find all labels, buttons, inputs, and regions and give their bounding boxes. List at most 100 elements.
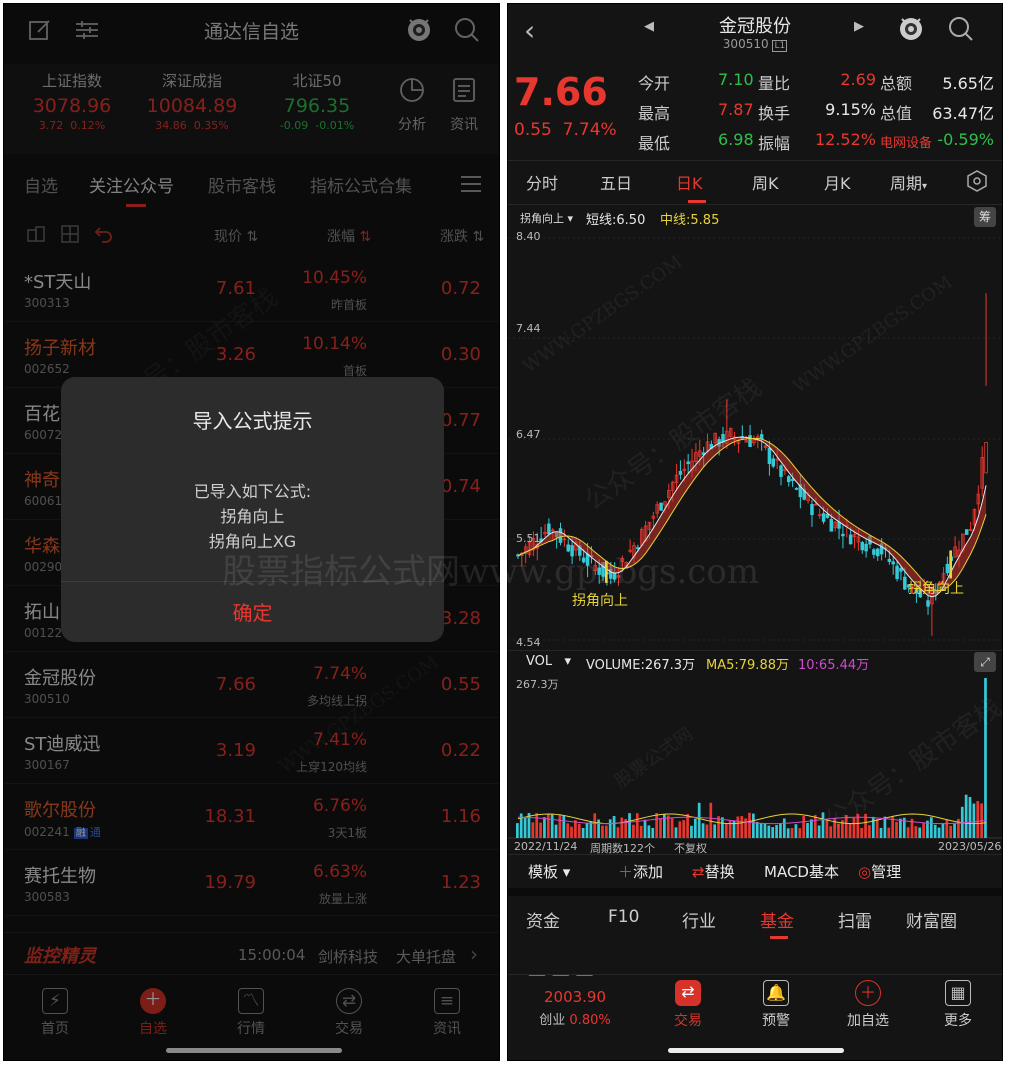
signal-bar [949, 550, 953, 579]
quote-key: 换手 [758, 104, 791, 123]
ma10-value: 10:65.44万 [798, 658, 870, 673]
volume-bar [868, 825, 871, 838]
quote-key: 振幅 [758, 134, 791, 153]
vol-selector[interactable]: VOL ▾ [526, 654, 571, 669]
dropdown-caret-icon: ▾ [922, 181, 928, 192]
candle [523, 543, 528, 564]
short-line-label: 短线:6.50 [586, 213, 646, 228]
volume-bar [604, 825, 608, 838]
volume-bar [593, 813, 597, 838]
candle [980, 446, 984, 497]
quote-value: 9.15% [825, 100, 876, 119]
volume-bar [759, 823, 763, 838]
robot-icon[interactable] [896, 13, 926, 43]
nav-watchlist-plus[interactable]: ＋加自选 [838, 980, 898, 1030]
volume-bar [608, 819, 612, 838]
volume-bar [949, 825, 953, 838]
candle [872, 547, 876, 559]
volume-bar [813, 814, 817, 838]
period-tab[interactable]: 月K [824, 170, 851, 194]
volume-bar [968, 797, 972, 838]
volume-bar [705, 824, 709, 838]
candle [674, 463, 679, 492]
chip-button[interactable]: 筹 [974, 207, 996, 227]
info-tab[interactable]: 基金 [760, 907, 794, 932]
macd-button[interactable]: MACD基本 [764, 861, 839, 882]
nav-bell[interactable]: 🔔 预警 [746, 980, 806, 1030]
period-tab[interactable]: 日K [676, 170, 703, 194]
candle [852, 530, 857, 549]
candle [817, 508, 822, 519]
volume-bar [693, 818, 697, 838]
candle [891, 556, 895, 575]
volume-bar [635, 813, 639, 838]
volume-bar [721, 817, 724, 838]
volume-bar [817, 825, 821, 838]
indicator-selector[interactable]: 拐角向上 ▾ [520, 210, 573, 226]
volume-bar [767, 825, 771, 838]
info-tab[interactable]: 行业 [682, 907, 716, 932]
volume-bar [825, 819, 829, 838]
info-tab[interactable]: 资金 [526, 907, 560, 932]
period-tab[interactable]: 周K [752, 170, 779, 194]
confirm-button[interactable]: 确定 [61, 597, 444, 626]
volume-bar [554, 824, 558, 838]
period-tab[interactable]: 分时 [526, 170, 558, 194]
next-stock-icon[interactable]: ▶ [854, 19, 864, 34]
volume-bar [844, 814, 848, 838]
nav-trade[interactable]: ⇄ 交易 [658, 980, 718, 1030]
period-indicator [688, 200, 706, 203]
volume-bar [852, 817, 856, 838]
expand-icon[interactable]: ⤢ [974, 652, 996, 672]
candle [810, 500, 814, 527]
volume-bar [643, 819, 647, 838]
volume-chart[interactable] [508, 674, 1003, 840]
quote-key: 最高 [638, 104, 671, 123]
volume-bar [585, 823, 589, 838]
candle [976, 485, 981, 513]
candle [756, 433, 760, 449]
candle [728, 427, 733, 439]
candle [516, 553, 520, 559]
replace-button[interactable]: ⇄替换 [692, 861, 735, 882]
candle [794, 487, 799, 491]
add-button[interactable]: ＋添加 [618, 861, 663, 882]
volume-bar [821, 812, 825, 838]
volume-bar [775, 825, 778, 838]
volume-bar [558, 814, 562, 838]
volume-bar [566, 823, 570, 838]
manage-button[interactable]: ◎管理 [858, 861, 901, 882]
candle [562, 529, 567, 548]
signal-label-1: 拐角向上 [572, 593, 628, 609]
settings-hex-icon[interactable] [966, 170, 988, 192]
volume-bar [945, 820, 949, 838]
volume-bar [906, 827, 910, 838]
volume-bar [786, 828, 790, 838]
volume-bar [752, 813, 755, 838]
candle [860, 540, 865, 554]
search-icon[interactable] [948, 16, 974, 42]
volume-bar [740, 816, 744, 838]
volume-bar [810, 819, 813, 838]
volume-bar [701, 823, 705, 838]
volume-bar [984, 678, 987, 838]
volume-bar [616, 827, 620, 838]
date-start: 2022/11/24 [514, 840, 578, 853]
period-tab[interactable]: 五日 [600, 170, 632, 194]
info-tab[interactable]: 扫雷 [838, 907, 872, 932]
template-button[interactable]: 模板 ▾ [528, 861, 570, 882]
quote-value: -0.59% [937, 130, 994, 149]
volume-bar [953, 823, 956, 838]
nav-more-grid[interactable]: ▦ 更多 [928, 980, 988, 1030]
candle [686, 453, 690, 475]
quote-value: 7.87 [718, 100, 754, 119]
price-change: 0.55 7.74% [514, 120, 617, 140]
info-tab[interactable]: 财富圈 [906, 907, 957, 932]
index-ticker[interactable]: 2003.90 创业 0.80% [530, 988, 620, 1028]
period-tab[interactable]: 周期▾ [890, 170, 927, 194]
quote-key: 最低 [638, 134, 671, 153]
candle [779, 464, 783, 486]
volume-bar [724, 823, 728, 838]
info-tab[interactable]: F10 [608, 907, 639, 927]
date-end: 2023/05/26 [938, 840, 1002, 853]
